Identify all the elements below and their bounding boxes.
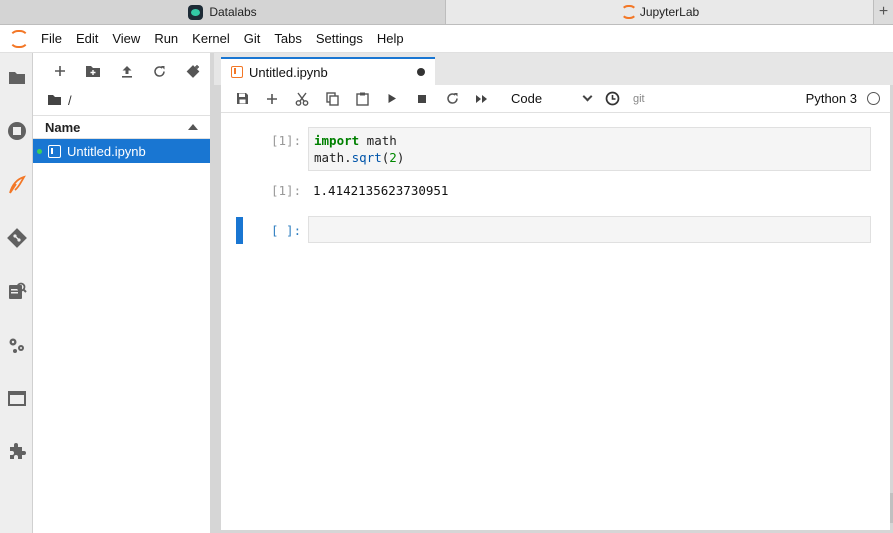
left-activity-bar bbox=[0, 53, 33, 533]
notebook-icon bbox=[231, 66, 243, 78]
folder-icon[interactable] bbox=[6, 67, 27, 88]
code-cell-editor[interactable] bbox=[308, 216, 871, 243]
browser-tab-label: Datalabs bbox=[209, 5, 257, 19]
git-icon[interactable] bbox=[6, 227, 27, 248]
input-prompt: [1]: bbox=[271, 133, 302, 148]
breadcrumb-path[interactable]: / bbox=[68, 93, 72, 108]
save-button[interactable] bbox=[227, 87, 257, 111]
restart-kernel-button[interactable] bbox=[437, 87, 467, 111]
file-browser-toolbar bbox=[33, 53, 210, 89]
notebook-toolbar: Code git Python 3 bbox=[221, 85, 890, 113]
commands-icon[interactable] bbox=[6, 280, 27, 301]
new-launcher-button[interactable] bbox=[43, 59, 76, 83]
breadcrumb: / bbox=[33, 89, 210, 111]
code-line: math.sqrt(2) bbox=[314, 150, 405, 165]
copy-button[interactable] bbox=[317, 87, 347, 111]
insert-cell-button[interactable] bbox=[257, 87, 287, 111]
interrupt-kernel-button[interactable] bbox=[407, 87, 437, 111]
menu-bar: File Edit View Run Kernel Git Tabs Setti… bbox=[0, 25, 893, 53]
unsaved-indicator-icon[interactable] bbox=[417, 68, 425, 76]
browser-tab-strip: Datalabs JupyterLab + bbox=[0, 0, 893, 25]
sort-ascending-icon bbox=[188, 124, 198, 130]
file-name: Untitled.ipynb bbox=[67, 143, 146, 159]
refresh-button[interactable] bbox=[143, 59, 176, 83]
paste-button[interactable] bbox=[347, 87, 377, 111]
document-tab-bar: Untitled.ipynb bbox=[214, 53, 893, 85]
name-column-header[interactable]: Name bbox=[45, 120, 80, 135]
browser-tab-label: JupyterLab bbox=[639, 5, 700, 19]
running-icon[interactable] bbox=[6, 120, 27, 141]
notebook-cells: [1]: import math math.sqrt(2) [1]: 1.414… bbox=[221, 113, 890, 530]
active-cell-marker[interactable] bbox=[236, 217, 243, 244]
git-diff-button[interactable]: git bbox=[633, 93, 645, 105]
menu-run[interactable]: Run bbox=[147, 25, 185, 53]
running-indicator-icon bbox=[37, 148, 42, 154]
git-plugin-icon[interactable] bbox=[6, 174, 27, 195]
cut-button[interactable] bbox=[287, 87, 317, 111]
menu-git[interactable]: Git bbox=[237, 25, 268, 53]
cell-output: 1.4142135623730951 bbox=[313, 183, 449, 198]
cell-type-dropdown[interactable]: Code bbox=[505, 87, 597, 111]
run-all-button[interactable] bbox=[467, 87, 497, 111]
main-area: Untitled.ipynb Code git Python 3 [1]: im… bbox=[214, 53, 893, 533]
new-tab-button[interactable]: + bbox=[873, 0, 893, 24]
menu-tabs[interactable]: Tabs bbox=[267, 25, 308, 53]
tabs-icon[interactable] bbox=[6, 387, 27, 408]
menu-file[interactable]: File bbox=[34, 25, 69, 53]
cell-type-value: Code bbox=[511, 91, 543, 106]
kernel-name[interactable]: Python 3 bbox=[806, 91, 857, 106]
list-item[interactable]: Untitled.ipynb bbox=[33, 139, 210, 163]
menu-kernel[interactable]: Kernel bbox=[185, 25, 237, 53]
output-prompt: [1]: bbox=[271, 183, 302, 198]
file-list-header[interactable]: Name bbox=[33, 115, 210, 139]
menu-help[interactable]: Help bbox=[370, 25, 411, 53]
browser-tab-datalabs[interactable]: Datalabs bbox=[0, 0, 446, 24]
jupyter-logo-icon bbox=[620, 5, 637, 19]
tab-untitled-notebook[interactable]: Untitled.ipynb bbox=[221, 57, 435, 85]
menu-view[interactable]: View bbox=[105, 25, 147, 53]
property-inspector-icon[interactable] bbox=[6, 334, 27, 355]
chevron-down-icon bbox=[582, 91, 593, 102]
upload-button[interactable] bbox=[110, 59, 143, 83]
menu-edit[interactable]: Edit bbox=[69, 25, 105, 53]
datalabs-logo-icon bbox=[188, 4, 204, 20]
kernel-idle-icon bbox=[867, 92, 880, 105]
git-clone-button[interactable] bbox=[177, 59, 210, 83]
code-line: import math bbox=[314, 133, 397, 148]
tab-title: Untitled.ipynb bbox=[249, 64, 328, 80]
browser-tab-jupyterlab[interactable]: JupyterLab bbox=[446, 0, 873, 24]
file-browser-panel: / Name Untitled.ipynb bbox=[33, 53, 214, 533]
notebook-panel: Code git Python 3 [1]: import math math.… bbox=[221, 85, 890, 530]
input-prompt: [ ]: bbox=[271, 223, 302, 238]
run-cell-button[interactable] bbox=[377, 87, 407, 111]
extensions-icon[interactable] bbox=[6, 440, 27, 461]
new-folder-button[interactable] bbox=[76, 59, 109, 83]
notebook-icon bbox=[48, 144, 61, 158]
menu-settings[interactable]: Settings bbox=[309, 25, 370, 53]
code-cell-editor[interactable]: import math math.sqrt(2) bbox=[308, 127, 871, 171]
clock-icon[interactable] bbox=[597, 87, 627, 111]
folder-icon[interactable] bbox=[47, 94, 62, 106]
jupyter-logo-icon bbox=[0, 25, 34, 53]
